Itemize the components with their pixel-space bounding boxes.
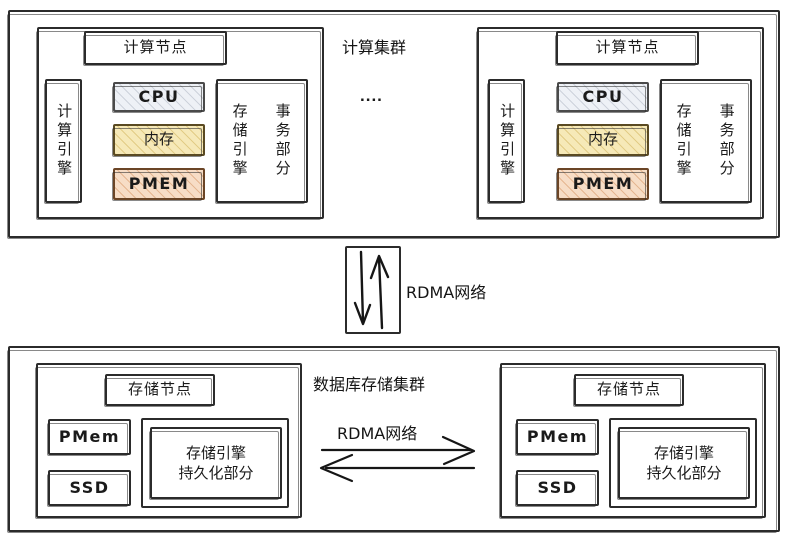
compute-node-2-title: 计算节点 — [555, 31, 699, 66]
compute-node-2-storage-engine-label: 存储引擎 — [674, 103, 693, 179]
rdma-vertical-label: RDMA网络 — [406, 283, 487, 302]
compute-node-2-compute-engine: 计算引擎 — [487, 79, 525, 204]
storage-rdma-label: RDMA网络 — [337, 424, 418, 443]
rdma-link-box — [345, 246, 401, 334]
compute-cluster-ellipsis: .... — [360, 86, 383, 105]
storage-node-1-engine-line2: 持久化部分 — [178, 464, 254, 482]
storage-node-2-engine-line2: 持久化部分 — [646, 464, 722, 482]
diagram-canvas: 计算集群 .... 计算节点 计算引擎 CPU 内存 PMEM 存储引擎 事务部… — [0, 0, 793, 542]
storage-node-2-title: 存储节点 — [573, 374, 684, 407]
compute-node-1-storage-engine-label: 存储引擎 — [230, 103, 249, 179]
compute-node-1-cpu-block[interactable]: CPU — [112, 82, 205, 113]
storage-node-1-engine-line1: 存储引擎 — [185, 443, 246, 462]
storage-node-2-ssd[interactable]: SSD — [515, 470, 599, 507]
compute-node-1-transaction-label: 事务部分 — [273, 103, 292, 179]
compute-node-2-cpu-block[interactable]: CPU — [556, 82, 649, 113]
compute-node-1-pmem-block[interactable]: PMEM — [112, 168, 205, 201]
compute-node-2-transaction-label: 事务部分 — [717, 103, 736, 179]
storage-cluster-label: 数据库存储集群 — [313, 375, 426, 394]
storage-node-2-pmem[interactable]: PMem — [515, 419, 599, 456]
storage-node-1-ssd[interactable]: SSD — [47, 470, 131, 507]
compute-node-1-title: 计算节点 — [83, 31, 227, 66]
storage-node-2-engine-line1: 存储引擎 — [653, 443, 714, 462]
compute-node-2-memory-block[interactable]: 内存 — [556, 124, 649, 157]
compute-cluster-label: 计算集群 — [342, 38, 407, 57]
compute-node-1-memory-block[interactable]: 内存 — [112, 124, 205, 157]
storage-node-1-pmem[interactable]: PMem — [47, 419, 131, 456]
compute-node-2-pmem-block[interactable]: PMEM — [556, 168, 649, 201]
storage-node-1-title: 存储节点 — [104, 374, 215, 407]
storage-node-1-engine-box[interactable]: 存储引擎 持久化部分 — [149, 427, 282, 500]
compute-node-1-compute-engine: 计算引擎 — [44, 79, 82, 204]
storage-node-2-engine-box[interactable]: 存储引擎 持久化部分 — [617, 427, 750, 500]
